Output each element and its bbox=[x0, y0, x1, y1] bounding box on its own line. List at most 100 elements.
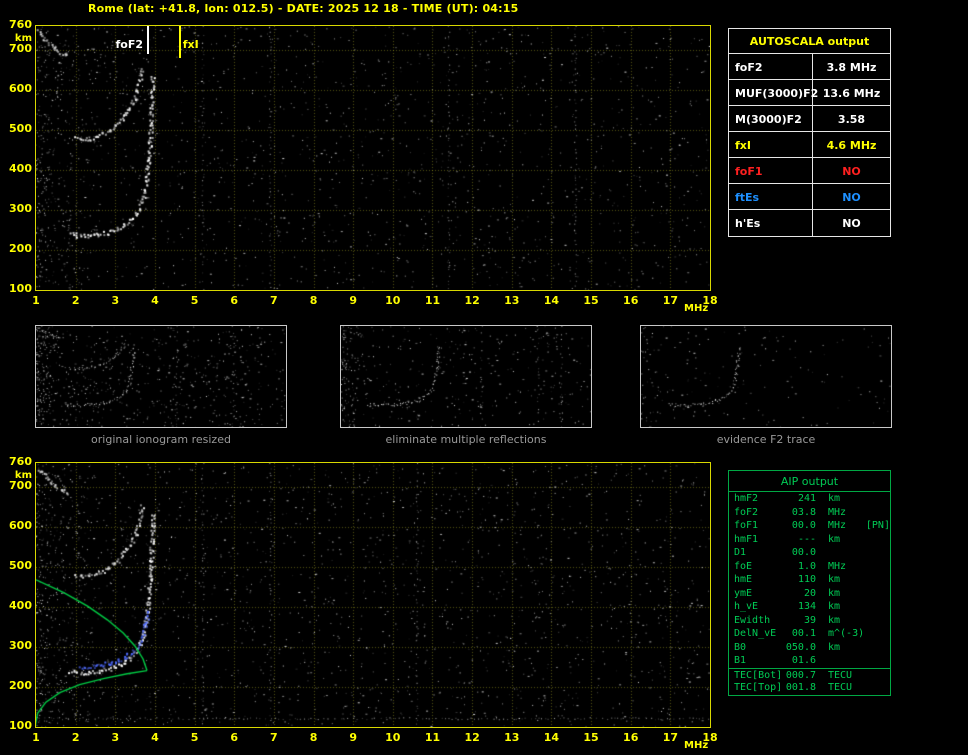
aip-unit bbox=[820, 546, 866, 560]
bottom-x-tick-9: 9 bbox=[349, 731, 357, 744]
aip-row-foF2: foF2 03.8 MHz bbox=[729, 506, 890, 520]
top-y-axis-unit: km bbox=[14, 33, 32, 44]
aip-value: 03.8 bbox=[791, 506, 816, 518]
aip-unit: TECU bbox=[828, 669, 853, 681]
bottom-y-tick-200: 200 bbox=[9, 679, 32, 692]
autoscala-value: 4.6 MHz bbox=[826, 139, 877, 152]
autoscala-value: 13.6 MHz bbox=[822, 87, 881, 100]
aip-value: 050.0 bbox=[785, 641, 816, 653]
top-x-tick-8: 8 bbox=[309, 294, 318, 307]
bottom-x-tick-5: 5 bbox=[190, 731, 199, 744]
top-y-tick-500: 500 bbox=[9, 122, 32, 135]
autoscala-param: M(3000)F2 bbox=[729, 106, 813, 131]
aip-note: [PN] bbox=[865, 520, 890, 531]
top-x-tick-16: 16 bbox=[623, 294, 639, 307]
ionogram-bottom bbox=[35, 462, 711, 728]
bottom-x-tick-2: 2 bbox=[71, 731, 80, 744]
aip-unit: km bbox=[828, 574, 841, 585]
aip-param: foE bbox=[734, 560, 753, 572]
aip-unit: km bbox=[828, 641, 841, 653]
aip-row-B0: B0 050.0 km bbox=[729, 641, 890, 655]
autoscala-value: NO bbox=[842, 217, 861, 230]
top-x-tick-4: 4 bbox=[151, 294, 159, 307]
autoscala-title: AUTOSCALA output bbox=[729, 29, 890, 54]
aip-unit: km bbox=[828, 601, 841, 612]
aip-note bbox=[866, 546, 890, 560]
bottom-y-tick-400: 400 bbox=[9, 599, 32, 612]
aip-note bbox=[866, 573, 890, 587]
aip-value: 134 bbox=[797, 601, 816, 612]
aip-param: hmF1 bbox=[734, 533, 759, 545]
aip-row-B1: B1 01.6 bbox=[729, 654, 890, 668]
aip-note bbox=[866, 654, 890, 668]
autoscala-param: MUF(3000)F2 bbox=[729, 80, 818, 105]
aip-value: 000.7 bbox=[785, 669, 816, 681]
aip-value: 01.6 bbox=[791, 655, 816, 666]
aip-note bbox=[866, 506, 890, 520]
aip-param: B1 bbox=[734, 655, 747, 666]
aip-note bbox=[866, 627, 890, 641]
autoscala-row-h'Es: h'Es NO bbox=[729, 210, 890, 236]
aip-value: 20 bbox=[803, 587, 816, 599]
autoscala-screen: Rome (lat: +41.8, lon: 012.5) - DATE: 20… bbox=[0, 0, 968, 755]
aip-note bbox=[866, 641, 890, 655]
autoscala-row-fxI: fxI 4.6 MHz bbox=[729, 132, 890, 158]
aip-note bbox=[866, 681, 890, 695]
aip-param: TEC[Bot] bbox=[734, 669, 783, 681]
autoscala-value: NO bbox=[842, 165, 861, 178]
aip-note bbox=[866, 492, 890, 506]
aip-value: --- bbox=[797, 533, 816, 545]
bottom-x-tick-4: 4 bbox=[151, 731, 159, 744]
bottom-y-tick-760: 760 bbox=[9, 455, 32, 468]
aip-unit: km bbox=[828, 614, 841, 626]
aip-unit: MHz bbox=[828, 560, 847, 572]
autoscala-row-M(3000)F2: M(3000)F2 3.58 bbox=[729, 106, 890, 132]
aip-note bbox=[866, 669, 890, 682]
aip-rows: hmF2 241 km foF2 03.8 MHz foF1 00.0 MHz [PN] hmF1 -… bbox=[729, 492, 890, 695]
bottom-x-tick-13: 13 bbox=[504, 731, 520, 744]
aip-unit: km bbox=[828, 493, 841, 504]
autoscala-value: 3.58 bbox=[837, 113, 866, 126]
autoscala-param: h'Es bbox=[729, 210, 813, 236]
bottom-x-tick-7: 7 bbox=[270, 731, 278, 744]
top-y-tick-760: 760 bbox=[9, 18, 32, 31]
top-x-tick-5: 5 bbox=[190, 294, 199, 307]
autoscala-output-table: AUTOSCALA output foF2 3.8 MHz MUF(3000)F2 1… bbox=[728, 28, 891, 237]
aip-param: foF2 bbox=[734, 506, 759, 518]
aip-output-table: AIP output hmF2 241 km foF2 03.8 MHz foF1 00.0 M… bbox=[728, 470, 891, 696]
bottom-x-tick-17: 17 bbox=[662, 731, 678, 744]
thumbnail-caption-eliminate: eliminate multiple reflections bbox=[385, 433, 547, 446]
ionogram-top bbox=[35, 25, 711, 291]
top-y-tick-300: 300 bbox=[9, 202, 32, 215]
bottom-x-tick-6: 6 bbox=[230, 731, 239, 744]
top-y-tick-100: 100 bbox=[9, 282, 32, 295]
top-y-tick-600: 600 bbox=[9, 82, 32, 95]
aip-param: Ewidth bbox=[734, 614, 771, 626]
aip-row-foF1: foF1 00.0 MHz [PN] bbox=[729, 519, 890, 533]
bottom-y-tick-300: 300 bbox=[9, 639, 32, 652]
aip-param: hmE bbox=[734, 574, 753, 585]
aip-unit: km bbox=[828, 587, 841, 599]
aip-row-Ewidth: Ewidth 39 km bbox=[729, 614, 890, 628]
aip-param: foF1 bbox=[734, 520, 759, 531]
aip-note bbox=[866, 533, 890, 547]
aip-row-ymE: ymE 20 km bbox=[729, 587, 890, 601]
aip-note bbox=[866, 560, 890, 574]
thumbnail-evidence-f2-trace-canvas bbox=[641, 326, 891, 427]
autoscala-rows: foF2 3.8 MHz MUF(3000)F2 13.6 MHz M(3000)F2 3… bbox=[729, 54, 890, 236]
aip-row-hmE: hmE 110 km bbox=[729, 573, 890, 587]
aip-param: h_vE bbox=[734, 601, 759, 612]
aip-row-TEC[Bot]: TEC[Bot] 000.7 TECU bbox=[729, 667, 890, 682]
top-x-tick-15: 15 bbox=[583, 294, 599, 307]
bottom-x-tick-11: 11 bbox=[424, 731, 441, 744]
aip-value: 1.0 bbox=[797, 560, 816, 572]
autoscala-row-foF1: foF1 NO bbox=[729, 158, 890, 184]
thumbnail-eliminate-reflections-canvas bbox=[341, 326, 591, 427]
aip-unit: m^(-3) bbox=[828, 628, 865, 639]
ionogram-top-canvas bbox=[36, 26, 710, 290]
thumbnail-evidence-f2-trace bbox=[640, 325, 892, 428]
top-x-tick-6: 6 bbox=[230, 294, 239, 307]
top-x-tick-1: 1 bbox=[32, 294, 40, 307]
aip-row-TEC[Top]: TEC[Top] 001.8 TECU bbox=[729, 681, 890, 695]
top-x-tick-7: 7 bbox=[270, 294, 278, 307]
